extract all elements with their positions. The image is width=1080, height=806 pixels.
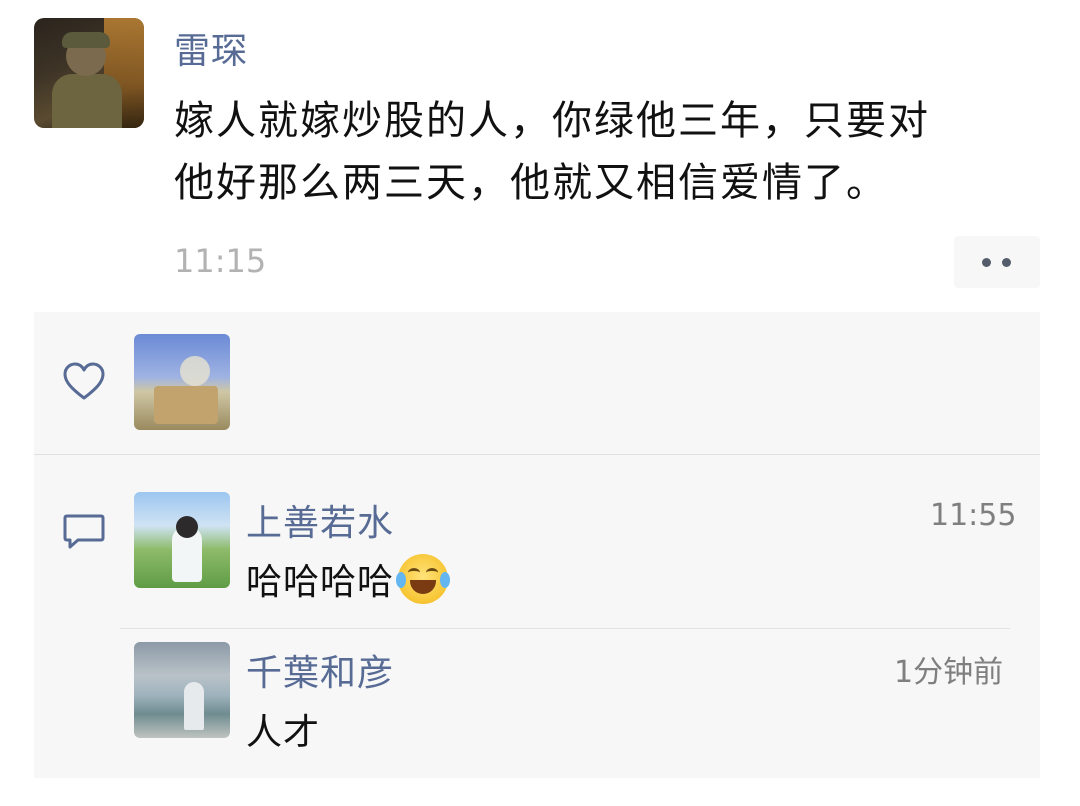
post-timestamp: 11:15 [174, 242, 267, 280]
laughing-tears-emoji-icon [396, 554, 451, 604]
comment-text: 人才 [246, 712, 321, 753]
commenter-avatar[interactable] [134, 642, 230, 738]
comment-bubble-icon [63, 514, 105, 549]
more-dots-icon-dot2 [1002, 258, 1011, 267]
post-text: 嫁人就嫁炒股的人，你绿他三年，只要对 他好那么两三天，他就又相信爱情了。 [174, 90, 1034, 214]
commenter-name[interactable]: 上善若水 [246, 494, 394, 546]
heart-icon [63, 362, 105, 400]
comment-text: 哈哈哈哈 [246, 553, 451, 605]
post-text-line-1: 嫁人就嫁炒股的人，你绿他三年，只要对 [174, 98, 930, 144]
author-avatar[interactable] [34, 18, 144, 128]
liker-avatar[interactable] [134, 334, 230, 430]
more-button[interactable] [954, 236, 1040, 288]
more-dots-icon [982, 258, 991, 267]
comment-time: 11:55 [930, 498, 1017, 533]
comment-divider [120, 628, 1010, 629]
post-author-name[interactable]: 雷琛 [174, 22, 248, 74]
comment-text-content: 哈哈哈哈 [246, 562, 395, 603]
commenter-avatar[interactable] [134, 492, 230, 588]
post-text-line-2: 他好那么两三天，他就又相信爱情了。 [174, 160, 888, 206]
likes-divider [34, 454, 1040, 455]
commenter-name[interactable]: 千葉和彦 [246, 644, 394, 696]
comment-time: 1分钟前 [894, 655, 1004, 690]
